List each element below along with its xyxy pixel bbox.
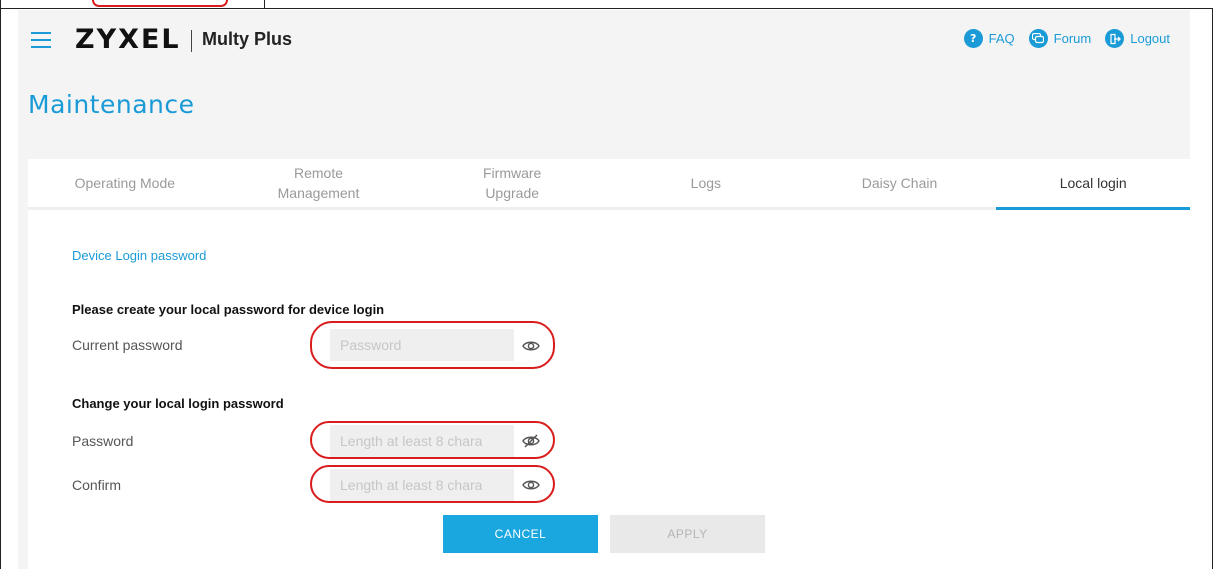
tab-label: Operating Mode — [74, 175, 176, 191]
tab-bar: Operating Mode Remote Management Firmwar… — [28, 159, 1190, 210]
highlight-ring-top — [92, 0, 228, 7]
brand-logo: ZYXEL — [75, 24, 181, 55]
faq-icon: ? — [963, 29, 983, 48]
change-password-heading: Change your local login password — [72, 396, 284, 411]
brand-divider — [191, 30, 192, 52]
tab-local-login[interactable]: Local login — [996, 159, 1190, 210]
frame-tick — [264, 0, 265, 9]
tab-label: Local login — [1059, 175, 1127, 191]
eye-icon[interactable] — [521, 475, 541, 495]
create-password-heading: Please create your local password for de… — [72, 302, 385, 317]
tab-operating-mode[interactable]: Operating Mode — [28, 159, 222, 207]
cancel-button[interactable]: CANCEL — [443, 515, 598, 553]
eye-icon[interactable] — [521, 336, 541, 356]
tab-remote-management[interactable]: Remote Management — [222, 159, 416, 207]
tab-label-line2: Management — [277, 185, 360, 201]
confirm-label: Confirm — [72, 477, 122, 493]
local-login-panel: Device Login password Please create your… — [28, 210, 1190, 569]
apply-button[interactable]: APPLY — [610, 515, 765, 553]
frame-line-top — [0, 8, 1213, 9]
confirm-password-input[interactable]: Length at least 8 chara — [330, 469, 514, 501]
forum-label: Forum — [1053, 31, 1092, 46]
faq-link[interactable]: ? FAQ — [963, 29, 1015, 48]
tab-label-line1: Remote — [293, 165, 344, 181]
tab-firmware-upgrade[interactable]: Firmware Upgrade — [415, 159, 609, 207]
current-password-label: Current password — [72, 337, 183, 353]
top-header: ZYXEL Multy Plus ? FAQ Forum Logout — [18, 10, 1190, 72]
frame-line-left — [0, 0, 1, 569]
product-name: Multy Plus — [202, 29, 293, 49]
forum-icon — [1028, 29, 1048, 48]
hamburger-menu-icon[interactable] — [31, 32, 51, 48]
current-password-input[interactable]: Password — [330, 329, 514, 361]
tab-label: Logs — [690, 175, 722, 191]
password-label: Password — [72, 433, 134, 449]
tab-daisy-chain[interactable]: Daisy Chain — [803, 159, 997, 207]
tab-label: Daisy Chain — [861, 175, 938, 191]
section-title: Device Login password — [72, 248, 207, 263]
tab-label-line1: Firmware — [483, 165, 542, 181]
app-window: ZYXEL Multy Plus ? FAQ Forum Logout Main… — [18, 10, 1190, 569]
page-title: Maintenance — [28, 90, 195, 119]
tab-label-line2: Upgrade — [485, 185, 540, 201]
forum-link[interactable]: Forum — [1028, 29, 1092, 48]
logout-icon — [1105, 29, 1125, 48]
logout-link[interactable]: Logout — [1105, 29, 1170, 48]
new-password-input[interactable]: Length at least 8 chara — [330, 425, 514, 457]
faq-label: FAQ — [988, 31, 1015, 46]
tab-logs[interactable]: Logs — [609, 159, 803, 207]
logout-label: Logout — [1130, 31, 1170, 46]
header-links: ? FAQ Forum Logout — [963, 29, 1170, 48]
eye-slash-icon[interactable] — [521, 431, 541, 451]
